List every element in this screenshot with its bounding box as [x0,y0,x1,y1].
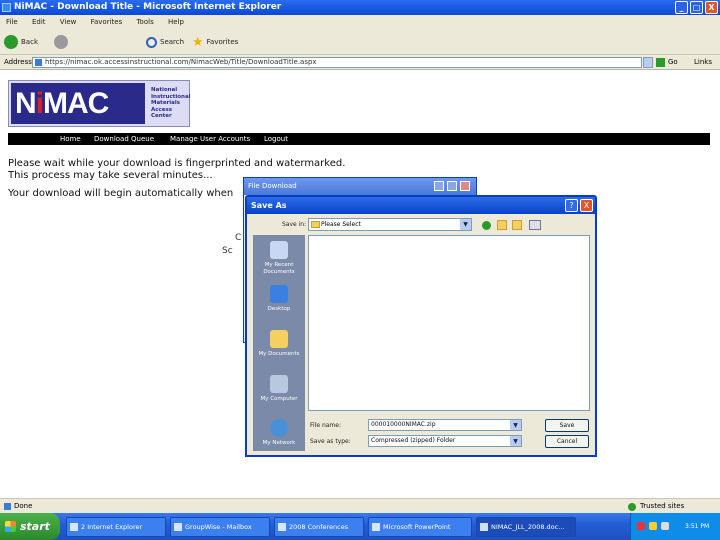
my-documents-icon [270,330,288,348]
nav-manage-user-accounts[interactable]: Manage User Accounts [170,133,250,145]
up-folder-icon[interactable] [497,220,507,230]
nimac-logo: NiMAC National Instructional Materials Acce… [8,80,191,127]
auto-download-message: Your download will begin automatically w… [8,188,234,199]
page-done-icon [4,503,11,510]
trusted-zone-icon [628,503,636,511]
nav-logout[interactable]: Logout [264,133,288,145]
go-arrow-icon[interactable] [656,58,665,67]
place-my-network[interactable]: My Network [253,419,305,447]
fd-close-icon[interactable] [460,181,470,191]
status-text: Done [14,502,33,510]
back-folder-icon[interactable] [482,221,491,230]
menu-help[interactable]: Help [168,18,184,26]
back-arrow-icon [4,35,18,49]
place-my-recent-documents[interactable]: My Recent Documents [253,241,305,276]
my-network-icon [270,419,288,437]
place-desktop[interactable]: Desktop [253,285,305,313]
window-title-bar: NiMAC - Download Title - Microsoft Inter… [0,0,720,15]
chevron-down-icon: ▼ [460,219,471,230]
nav-download-queue[interactable]: Download Queue [94,133,154,145]
address-input[interactable]: https://nimac.ok.accessinstructional.com… [32,57,642,68]
tray-icon[interactable] [661,522,669,530]
menu-tools[interactable]: Tools [136,18,153,26]
tray-icon[interactable] [637,522,645,530]
address-bar: Address https://nimac.ok.accessinstructi… [0,55,720,70]
address-label: Address [4,58,32,66]
mail-icon [174,523,182,531]
task-word-document[interactable]: NIMAC_JLL_2008.doc... [476,517,576,537]
status-bar: Done Trusted sites [0,498,720,513]
save-as-title: Save As [247,197,595,214]
back-button[interactable]: Back [4,33,38,51]
file-list[interactable] [308,235,590,411]
places-bar: My Recent Documents Desktop My Documents… [253,235,305,451]
fd-maximize-icon[interactable] [447,181,457,191]
links-button[interactable]: Links [694,55,712,70]
file-name-label: File name: [310,422,341,429]
powerpoint-icon [372,523,380,531]
save-in-select[interactable]: Please Select ▼ [308,218,472,231]
save-as-type-label: Save as type: [310,438,351,445]
word-icon [480,523,488,531]
maximize-button[interactable]: □ [690,1,703,14]
taskbar: start 2 Internet Explorer GroupWise - Ma… [0,513,720,540]
menu-favorites[interactable]: Favorites [91,18,123,26]
save-in-label: Save in: [282,221,307,228]
page-icon [35,59,42,66]
windows-logo-icon [5,521,16,532]
start-button[interactable]: start [0,513,60,540]
desktop-icon [270,285,288,303]
toolbar: Back Search ★ Favorites [0,29,720,78]
minimize-button[interactable]: _ [675,1,688,14]
star-icon: ★ [192,34,204,50]
ie-icon [2,3,11,12]
zone-text: Trusted sites [640,502,685,510]
close-button[interactable]: X [705,1,718,14]
file-name-input[interactable]: 000010000NIMAC.zip ▼ [368,419,522,431]
favorites-button[interactable]: ★ Favorites [192,33,238,51]
place-my-documents[interactable]: My Documents [253,330,305,358]
save-button[interactable]: Save [545,419,589,432]
tray-icon[interactable] [649,522,657,530]
menu-bar: File Edit View Favorites Tools Help [0,15,720,29]
folder-icon [278,523,286,531]
window-title: NiMAC - Download Title - Microsoft Inter… [14,2,282,12]
place-my-computer[interactable]: My Computer [253,375,305,403]
new-folder-icon[interactable] [512,220,522,230]
save-as-close-button[interactable]: X [580,199,593,212]
search-icon [146,36,157,48]
forward-arrow-icon [54,35,68,49]
my-computer-icon [270,375,288,393]
task-groupwise[interactable]: GroupWise - Mailbox [170,517,270,537]
chevron-down-icon: ▼ [510,436,521,446]
menu-view[interactable]: View [60,18,77,26]
address-dropdown-icon[interactable] [643,57,653,68]
menu-file[interactable]: File [6,18,18,26]
clock: 3:51 PM [685,523,710,530]
search-button[interactable]: Search [146,33,184,51]
nav-home[interactable]: Home [60,133,81,145]
folder-icon [311,221,320,228]
menu-edit[interactable]: Edit [32,18,46,26]
site-nav: Home Download Queue Manage User Accounts… [8,133,710,145]
views-menu-icon[interactable] [529,220,541,230]
help-button[interactable]: ? [565,199,578,212]
task-powerpoint[interactable]: Microsoft PowerPoint [368,517,472,537]
cancel-button[interactable]: Cancel [545,435,589,448]
recent-documents-icon [270,241,288,259]
save-as-type-select[interactable]: Compressed (zipped) Folder ▼ [368,435,522,447]
task-conferences[interactable]: 2008 Conferences [274,517,364,537]
forward-button[interactable] [54,33,68,51]
fd-minimize-icon[interactable] [434,181,444,191]
task-internet-explorer[interactable]: 2 Internet Explorer [66,517,166,537]
chevron-down-icon: ▼ [510,420,521,430]
go-button[interactable]: Go [668,55,678,70]
system-tray: 3:51 PM [630,513,720,540]
ie-icon [70,523,78,531]
